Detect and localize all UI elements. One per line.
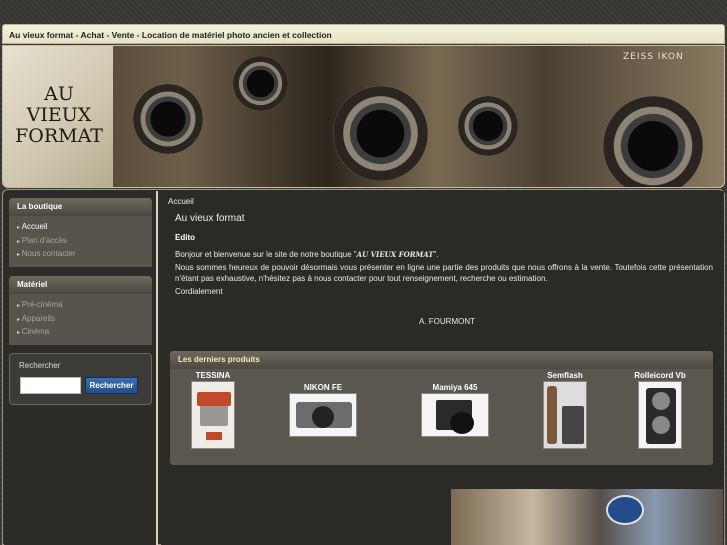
- sidebar: La boutique Accueil Plan d'accès Nous co…: [4, 191, 158, 545]
- product-name[interactable]: TESSINA: [183, 371, 243, 380]
- latest-products-title: Les derniers produits: [170, 351, 713, 369]
- materiel-menu-title: Matériel: [9, 276, 152, 294]
- product-thumbnail[interactable]: [289, 393, 357, 437]
- search-button[interactable]: Rechercher: [85, 377, 138, 394]
- site-title: Au vieux format - Achat - Vente - Locati…: [9, 30, 332, 40]
- shop-sign-image: [606, 495, 644, 525]
- product-card[interactable]: Rolleicord Vb: [625, 371, 695, 449]
- boutique-menu: La boutique Accueil Plan d'accès Nous co…: [9, 198, 152, 267]
- breadcrumb[interactable]: Accueil: [168, 197, 194, 206]
- sidebar-item-accueil[interactable]: Accueil: [17, 222, 152, 236]
- banner-brand-text: ZEISS IKON: [623, 52, 684, 62]
- product-name[interactable]: NIKON FE: [278, 383, 368, 392]
- page-title: Au vieux format: [175, 213, 245, 224]
- shop-photo: [451, 489, 723, 545]
- search-label: Rechercher: [19, 361, 61, 370]
- sidebar-item-cinema[interactable]: Cinéma: [17, 327, 152, 341]
- edito-text: Bonjour et bienvenue sur le site de notr…: [175, 249, 713, 299]
- search-box: Rechercher Rechercher: [9, 353, 152, 405]
- product-thumbnail[interactable]: [191, 381, 235, 449]
- product-card[interactable]: NIKON FE: [278, 383, 368, 437]
- product-card[interactable]: TESSINA: [183, 371, 243, 449]
- shop-name: AU VIEUX FORMAT: [356, 250, 434, 259]
- edito-heading: Edito: [175, 233, 195, 242]
- sidebar-item-plan-acces[interactable]: Plan d'accès: [17, 236, 152, 250]
- latest-products: Les derniers produits TESSINA NIKON FE M…: [170, 351, 713, 465]
- product-card[interactable]: Mamiya 645: [410, 383, 500, 437]
- product-name[interactable]: Mamiya 645: [410, 383, 500, 392]
- camera-lens-image: [603, 96, 703, 187]
- camera-lens-image: [458, 96, 518, 156]
- sidebar-item-appareils[interactable]: Appareils: [17, 314, 152, 328]
- product-thumbnail[interactable]: [638, 381, 682, 449]
- main-content: Accueil Au vieux format Edito Bonjour et…: [161, 191, 724, 545]
- site-title-bar: Au vieux format - Achat - Vente - Locati…: [2, 24, 725, 44]
- camera-lens-image: [133, 84, 203, 154]
- sidebar-item-nous-contacter[interactable]: Nous contacter: [17, 249, 152, 263]
- signature: A. FOURMONT: [419, 317, 475, 326]
- product-name[interactable]: Rolleicord Vb: [625, 371, 695, 380]
- logo-line-1: AU: [44, 83, 74, 105]
- closing-paragraph: Cordialement: [175, 287, 223, 296]
- product-name[interactable]: Semflash: [535, 371, 595, 380]
- logo-line-2: VIEUX: [26, 104, 92, 126]
- materiel-menu: Matériel Pré-cinéma Appareils Cinéma: [9, 276, 152, 345]
- search-input[interactable]: [20, 377, 81, 394]
- camera-lens-image: [333, 86, 428, 181]
- main-container: La boutique Accueil Plan d'accès Nous co…: [2, 189, 725, 545]
- site-logo[interactable]: AU VIEUX FORMAT: [9, 84, 109, 147]
- boutique-menu-title: La boutique: [9, 198, 152, 216]
- logo-line-3: FORMAT: [15, 125, 103, 147]
- product-thumbnail[interactable]: [543, 381, 587, 449]
- product-card[interactable]: Semflash: [535, 371, 595, 449]
- header-banner: AU VIEUX FORMAT ZEISS IKON: [2, 45, 725, 188]
- sidebar-item-pre-cinema[interactable]: Pré-cinéma: [17, 300, 152, 314]
- intro-paragraph: Nous sommes heureux de pouvoir désormais…: [175, 263, 713, 283]
- welcome-paragraph: Bonjour et bienvenue sur le site de notr…: [175, 250, 439, 259]
- product-thumbnail[interactable]: [421, 393, 489, 437]
- camera-lens-image: [233, 56, 288, 111]
